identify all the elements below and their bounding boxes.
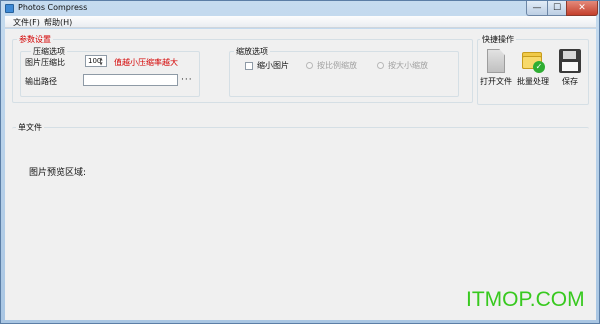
batch-process-label: 批量处理 — [517, 77, 549, 86]
minimize-button[interactable]: — — [526, 1, 548, 16]
batch-process-button[interactable]: ✓ 批量处理 — [516, 49, 550, 87]
floppy-save-icon — [559, 49, 581, 73]
compress-group-title: 压缩选项 — [31, 46, 67, 57]
menu-bar: 文件(F) 帮助(H) — [5, 16, 596, 28]
app-window: Photos Compress — ☐ ✕ 文件(F) 帮助(H) 参数设置 压… — [0, 0, 600, 324]
ratio-hint: 值越小压缩率越大 — [114, 58, 178, 67]
quick-group-title: 快捷操作 — [480, 34, 516, 45]
zoom-group-title: 缩放选项 — [234, 46, 270, 57]
title-bar[interactable]: Photos Compress — ☐ ✕ — [1, 1, 599, 16]
folder-check-icon: ✓ — [521, 49, 545, 73]
ratio-label: 图片压缩比 — [25, 58, 65, 67]
save-button[interactable]: 保存 — [553, 49, 587, 87]
output-path-label: 输出路径 — [25, 77, 57, 86]
menu-help[interactable]: 帮助(H) — [44, 17, 72, 28]
open-file-label: 打开文件 — [480, 77, 512, 86]
close-button[interactable]: ✕ — [566, 1, 598, 16]
zoom-options-group: 缩放选项 — [229, 46, 459, 97]
menu-file[interactable]: 文件(F) — [13, 17, 40, 28]
radio-circle[interactable] — [377, 62, 384, 69]
watermark: ITMOP.COM — [466, 288, 585, 311]
open-file-button[interactable]: 打开文件 — [479, 49, 513, 87]
shrink-label: 缩小图片 — [257, 61, 289, 70]
radio-ratio-label: 按比例缩放 — [317, 61, 357, 70]
client-area: 参数设置 压缩选项 图片压缩比 100 ▲ ▼ 值越小压缩率越大 输出路径 ··… — [5, 29, 596, 320]
ratio-spin-buttons[interactable]: ▲ ▼ — [97, 56, 105, 66]
radio-scale-max[interactable]: 按大小缩放 — [377, 60, 428, 71]
check-icon: ✓ — [533, 61, 545, 73]
browse-button[interactable]: ··· — [181, 75, 193, 85]
preview-area-label: 图片预览区域: — [29, 168, 87, 178]
checkbox-box[interactable] — [245, 61, 253, 70]
floppy-shutter — [563, 51, 576, 59]
spin-down-icon[interactable]: ▼ — [97, 61, 105, 66]
single-file-title: 单文件 — [16, 122, 44, 133]
document-icon — [487, 49, 505, 73]
save-label: 保存 — [562, 77, 578, 86]
radio-scale-ratio[interactable]: 按比例缩放 — [306, 60, 357, 71]
app-icon — [5, 4, 14, 13]
window-title: Photos Compress — [18, 3, 88, 12]
radio-circle[interactable] — [306, 62, 313, 69]
radio-max-label: 按大小缩放 — [388, 61, 428, 70]
params-group-title: 参数设置 — [17, 34, 53, 45]
output-path-input[interactable] — [83, 74, 178, 86]
floppy-label-area — [562, 62, 578, 71]
maximize-button[interactable]: ☐ — [547, 1, 567, 16]
shrink-checkbox[interactable]: 缩小图片 — [245, 60, 289, 71]
